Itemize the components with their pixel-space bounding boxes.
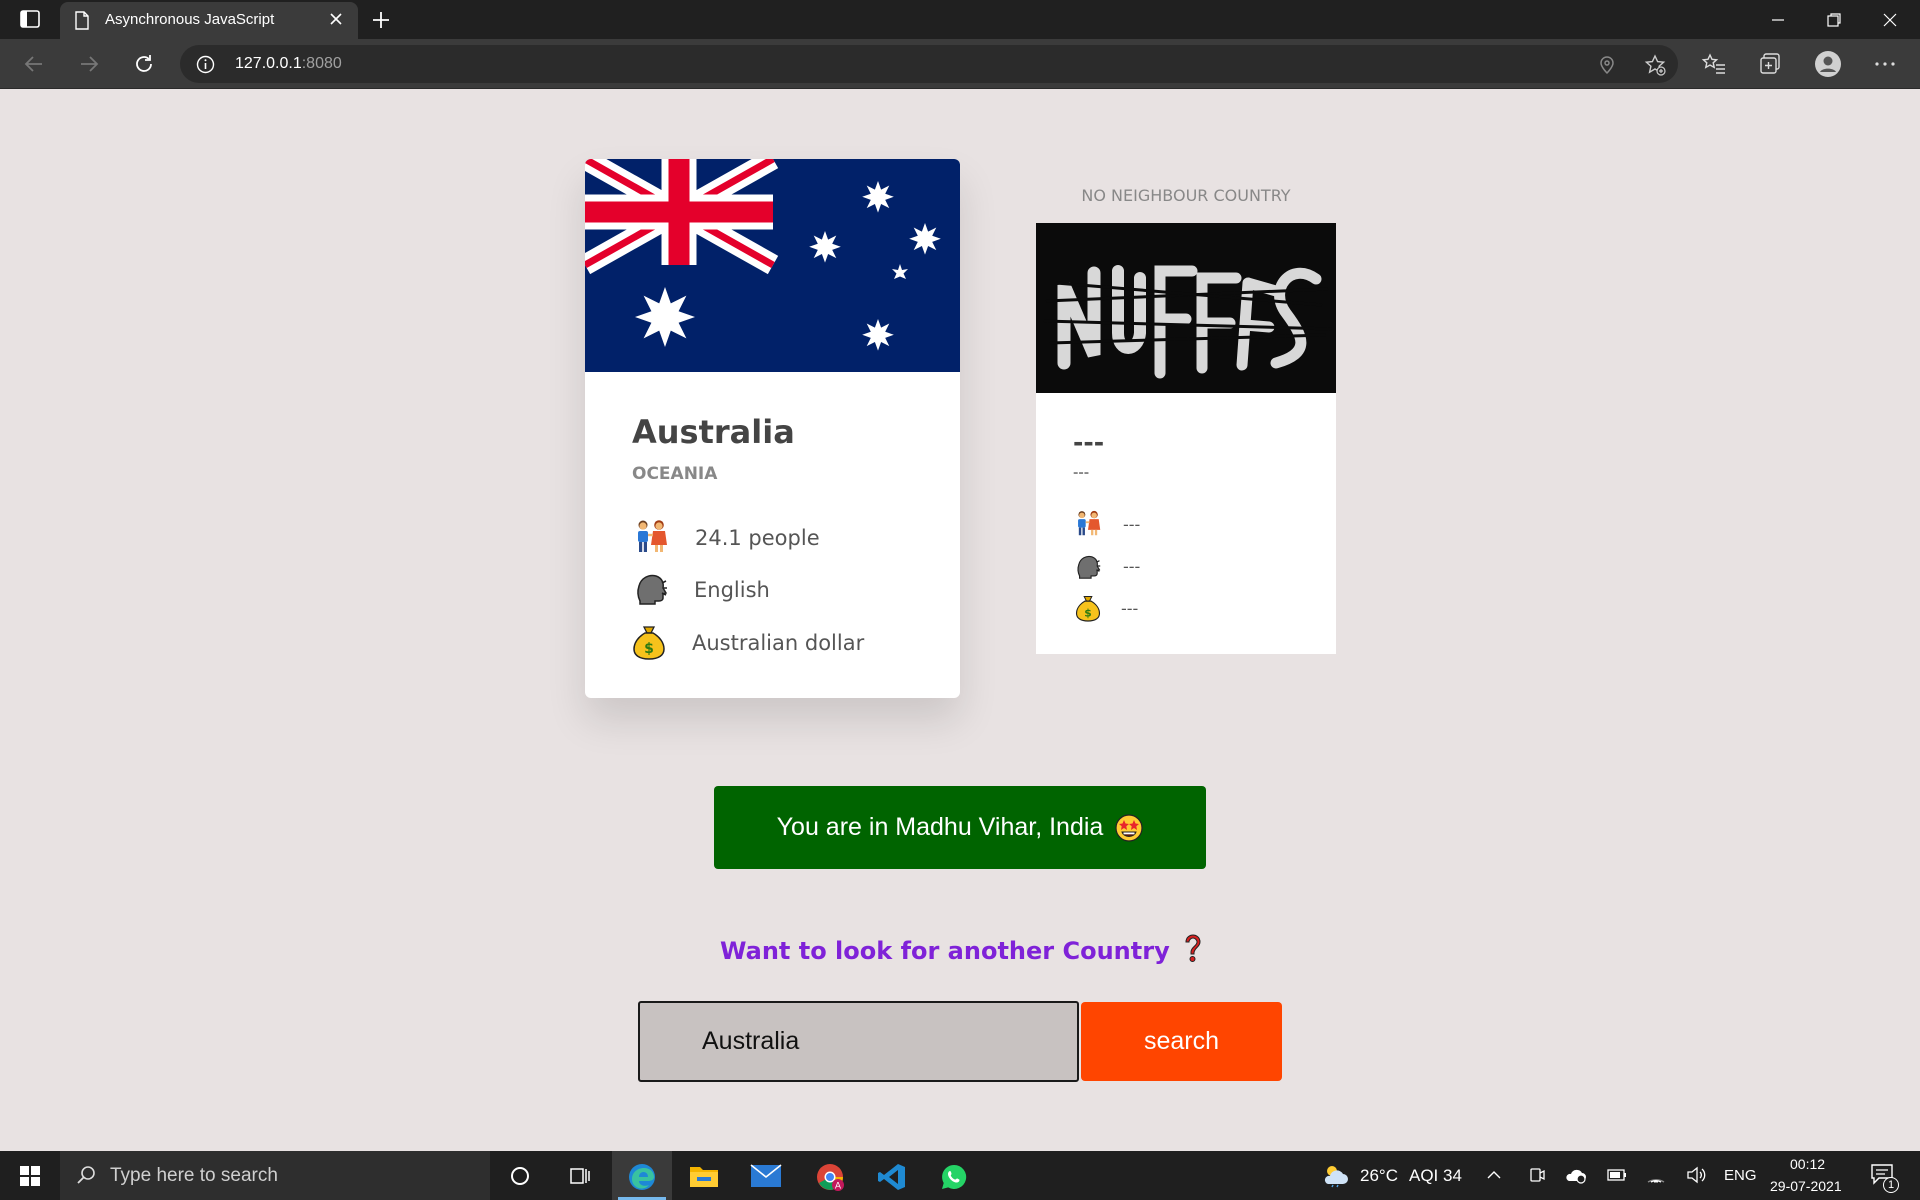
neighbour-country-card: --- --- --- --- $ --- bbox=[1036, 223, 1336, 654]
address-bar[interactable]: 127.0.0.1:8080 bbox=[180, 45, 1678, 83]
taskbar-search-placeholder: Type here to search bbox=[110, 1165, 278, 1186]
mail-icon bbox=[750, 1164, 782, 1187]
forward-arrow-icon[interactable] bbox=[77, 52, 101, 76]
cortana-button[interactable] bbox=[490, 1151, 550, 1200]
clock-date[interactable]: 29-07-2021 bbox=[1770, 1178, 1842, 1200]
not-available-image bbox=[1036, 223, 1336, 393]
taskbar-edge[interactable] bbox=[612, 1151, 672, 1200]
windows-taskbar: Type here to search A 26°C AQI 34 ENG 00… bbox=[0, 1151, 1920, 1200]
cortana-icon bbox=[511, 1167, 529, 1185]
taskbar-mail[interactable] bbox=[736, 1151, 796, 1200]
neighbour-language-text: --- bbox=[1123, 557, 1141, 576]
location-banner: You are in Madhu Vihar, India bbox=[714, 786, 1206, 869]
red-question-mark-icon bbox=[1185, 934, 1201, 962]
neighbour-currency-text: --- bbox=[1121, 599, 1139, 618]
page-icon bbox=[75, 11, 89, 30]
close-tab-icon[interactable] bbox=[328, 11, 344, 27]
chrome-icon: A bbox=[817, 1164, 844, 1192]
country-name: Australia bbox=[632, 413, 795, 451]
start-button[interactable] bbox=[0, 1151, 60, 1200]
chevron-up-icon[interactable] bbox=[1486, 1167, 1502, 1183]
back-arrow-icon[interactable] bbox=[22, 52, 46, 76]
url-host: 127.0.0.1 bbox=[235, 55, 302, 72]
close-icon bbox=[1883, 13, 1897, 27]
search-icon bbox=[77, 1166, 95, 1184]
people-holding-hands-icon bbox=[638, 520, 667, 552]
favorites-icon[interactable] bbox=[1701, 51, 1727, 77]
weather-temperature: 26°C bbox=[1360, 1166, 1398, 1185]
currency-text: Australian dollar bbox=[692, 631, 865, 655]
star-struck-face-icon bbox=[1115, 813, 1143, 842]
url-text: 127.0.0.1:8080 bbox=[235, 55, 342, 73]
add-favorite-icon[interactable] bbox=[1644, 54, 1666, 76]
neighbour-label: NO NEIGHBOUR COUNTRY bbox=[1081, 186, 1291, 205]
close-window-button[interactable] bbox=[1862, 0, 1918, 39]
profile-avatar-icon[interactable] bbox=[1815, 51, 1841, 77]
country-region: OCEANIA bbox=[632, 464, 718, 484]
keyboard-language[interactable]: ENG bbox=[1724, 1167, 1757, 1200]
vscode-icon bbox=[878, 1164, 905, 1190]
australia-flag bbox=[585, 159, 960, 372]
browser-toolbar: 127.0.0.1:8080 bbox=[0, 39, 1920, 89]
svg-text:$: $ bbox=[644, 641, 654, 657]
money-bag-icon: $ bbox=[1075, 596, 1101, 622]
country-card: Australia OCEANIA 24.1 people English $ … bbox=[585, 159, 960, 698]
language-text: English bbox=[694, 578, 770, 602]
collections-icon[interactable] bbox=[1758, 51, 1784, 77]
battery-icon[interactable] bbox=[1607, 1168, 1627, 1182]
location-access-icon[interactable] bbox=[1596, 54, 1618, 76]
money-bag-icon: $ bbox=[633, 626, 665, 660]
task-view-icon bbox=[570, 1168, 590, 1184]
neighbour-name: --- bbox=[1073, 428, 1105, 457]
country-search-input[interactable] bbox=[638, 1001, 1079, 1082]
svg-text:A: A bbox=[835, 1182, 842, 1192]
restore-icon bbox=[1827, 13, 1841, 27]
tab-actions-icon[interactable] bbox=[20, 10, 40, 28]
speaking-head-icon bbox=[1077, 555, 1101, 579]
weather-cloudy-sun-icon[interactable] bbox=[1322, 1162, 1350, 1188]
windows-logo-icon bbox=[20, 1166, 40, 1186]
task-view-button[interactable] bbox=[550, 1151, 610, 1200]
taskbar-vscode[interactable] bbox=[862, 1151, 922, 1200]
volume-icon[interactable] bbox=[1686, 1166, 1706, 1184]
neighbour-region: --- bbox=[1073, 466, 1090, 481]
notification-count: 1 bbox=[1883, 1177, 1899, 1193]
onedrive-sync-icon[interactable] bbox=[1565, 1166, 1587, 1184]
search-prompt-text: Want to look for another Country bbox=[720, 937, 1170, 965]
speaking-head-icon bbox=[637, 574, 668, 605]
svg-text:$: $ bbox=[1084, 606, 1091, 619]
tab-title: Asynchronous JavaScript bbox=[105, 11, 275, 28]
search-prompt: Want to look for another Country bbox=[720, 933, 1201, 965]
search-button[interactable]: search bbox=[1081, 1002, 1282, 1081]
minimize-icon bbox=[1772, 19, 1784, 21]
taskbar-file-explorer[interactable] bbox=[674, 1151, 734, 1200]
meet-now-icon[interactable] bbox=[1528, 1166, 1546, 1184]
url-port: :8080 bbox=[301, 55, 342, 72]
tab-asynchronous-javascript[interactable]: Asynchronous JavaScript bbox=[60, 2, 358, 39]
wifi-icon[interactable] bbox=[1646, 1166, 1666, 1184]
more-options-icon[interactable] bbox=[1872, 51, 1898, 77]
restore-button[interactable] bbox=[1806, 0, 1862, 39]
notification-center-button[interactable]: 1 bbox=[1866, 1159, 1902, 1195]
site-info-icon[interactable] bbox=[196, 55, 215, 74]
air-quality-index: AQI 34 bbox=[1409, 1166, 1462, 1185]
whatsapp-icon bbox=[942, 1164, 967, 1189]
population-text: 24.1 people bbox=[695, 526, 820, 550]
location-text: You are in Madhu Vihar, India bbox=[776, 813, 1104, 841]
taskbar-chrome[interactable]: A bbox=[800, 1151, 860, 1200]
edge-browser-icon bbox=[629, 1164, 655, 1190]
neighbour-population-text: --- bbox=[1123, 515, 1141, 534]
file-explorer-icon bbox=[690, 1167, 718, 1187]
new-tab-icon[interactable] bbox=[370, 9, 392, 31]
refresh-icon[interactable] bbox=[132, 52, 156, 76]
people-holding-hands-icon bbox=[1078, 510, 1101, 536]
browser-tab-bar: Asynchronous JavaScript bbox=[0, 0, 1920, 39]
taskbar-search-box[interactable]: Type here to search bbox=[60, 1151, 490, 1200]
minimize-button[interactable] bbox=[1750, 0, 1806, 39]
taskbar-whatsapp[interactable] bbox=[924, 1151, 984, 1200]
